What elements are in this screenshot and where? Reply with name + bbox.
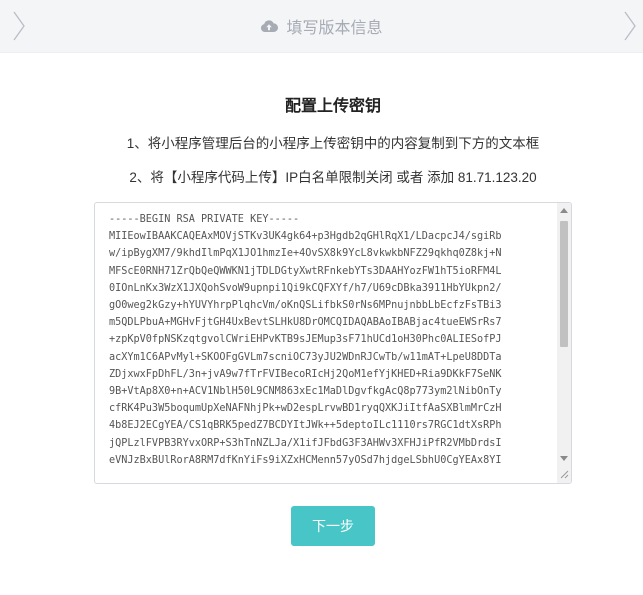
step-title: 填写版本信息 [0, 0, 643, 52]
instruction-1: 1、将小程序管理后台的小程序上传密钥中的内容复制到下方的文本框 [126, 136, 540, 151]
step-bar: 填写版本信息 [0, 0, 643, 53]
private-key-text[interactable]: -----BEGIN RSA PRIVATE KEY----- MIIEowIB… [109, 211, 559, 469]
chevron-right-icon[interactable] [622, 10, 638, 42]
private-key-textarea[interactable]: -----BEGIN RSA PRIVATE KEY----- MIIEowIB… [94, 202, 572, 484]
page: 填写版本信息 配置上传密钥 1、将小程序管理后台的小程序上传密钥中的内容复制到下… [0, 0, 643, 595]
instruction-2: 2、将【小程序代码上传】IP白名单限制关闭 或者 添加 81.71.123.20 [129, 170, 537, 185]
next-step-button[interactable]: 下一步 [291, 506, 375, 546]
scroll-down-arrow-icon[interactable] [560, 456, 568, 461]
cloud-upload-icon [261, 20, 279, 32]
scroll-up-arrow-icon[interactable] [560, 208, 568, 213]
page-heading: 配置上传密钥 [284, 98, 381, 115]
vertical-scrollbar[interactable] [557, 203, 571, 483]
scroll-thumb[interactable] [560, 221, 568, 347]
step-title-text: 填写版本信息 [286, 20, 383, 37]
resize-handle-icon[interactable] [560, 470, 569, 479]
